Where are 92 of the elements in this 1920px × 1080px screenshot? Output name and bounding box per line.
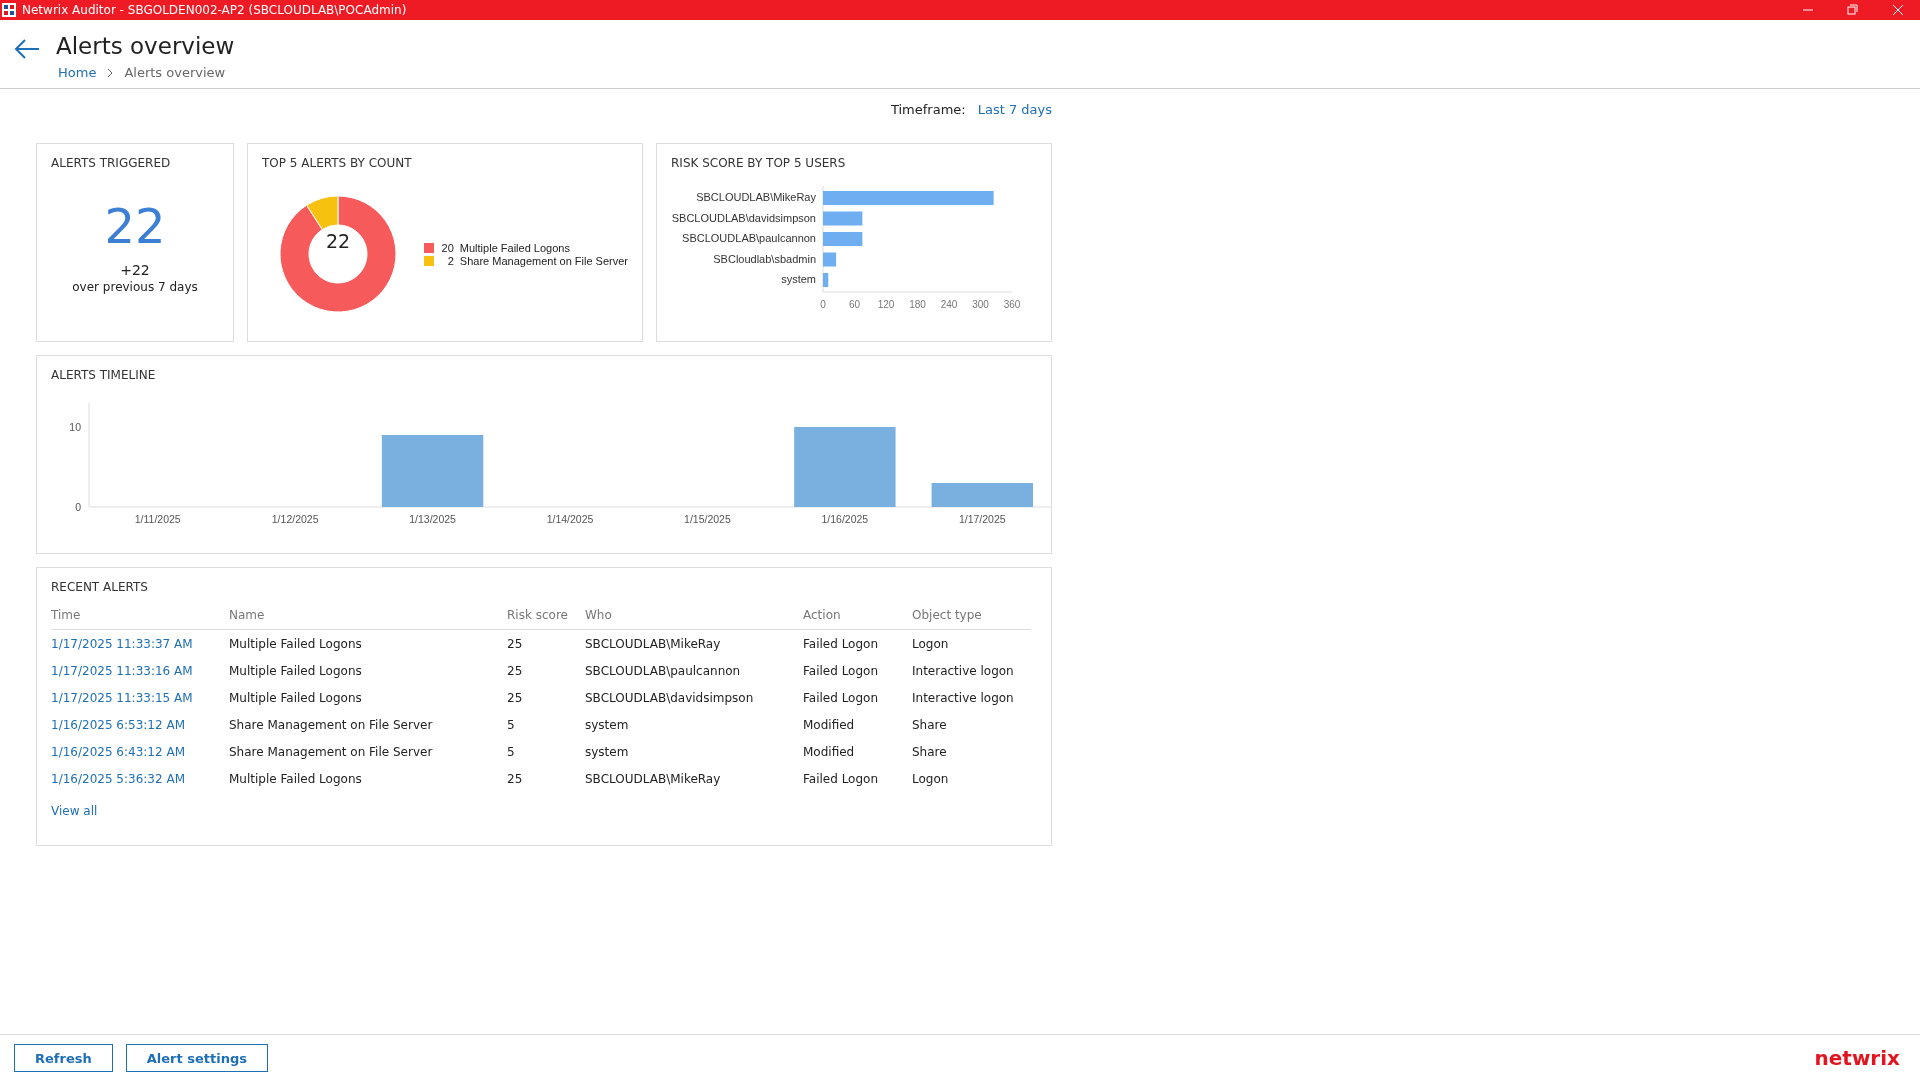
table-cell: Share Management on File Server <box>229 738 507 765</box>
table-cell-text: system <box>585 717 630 734</box>
tick-label: 180 <box>909 299 926 310</box>
table-cell-text: Failed Logon <box>803 771 880 788</box>
card-title: RISK SCORE BY TOP 5 USERS <box>671 156 847 170</box>
tick-label: 10 <box>69 421 81 433</box>
table-cell: Logon <box>912 629 1031 657</box>
time-link[interactable]: 1/16/2025 6:53:12 AM <box>51 711 229 738</box>
time-link[interactable]: 1/17/2025 11:33:15 AM <box>51 684 229 711</box>
legend-count: 2 <box>446 254 454 267</box>
axis-label: SBCLOUDLAB\MikeRay <box>696 191 816 203</box>
table-cell: 5 <box>507 711 585 738</box>
table-cell: Modified <box>803 738 912 765</box>
axis-label: 1/15/2025 <box>684 513 731 525</box>
column-header[interactable]: Time <box>51 604 229 630</box>
legend-label: Share Management on File Server <box>459 254 628 267</box>
table-cell: Multiple Failed Logons <box>229 657 507 684</box>
column-header[interactable]: Object type <box>912 604 1031 630</box>
alert-count: 22 <box>104 202 166 250</box>
tick-label: 240 <box>940 299 958 310</box>
table-cell: Failed Logon <box>803 629 912 657</box>
table-cell-text: Logon <box>912 771 950 788</box>
footer-button[interactable]: Refresh <box>14 1044 113 1072</box>
bar <box>823 252 837 267</box>
axis-label: SBCLOUDLAB\davidsimpson <box>671 211 816 224</box>
table-cell-text: Share <box>912 744 948 761</box>
bar <box>823 273 829 287</box>
time-link[interactable]: 1/17/2025 11:33:37 AM <box>51 629 229 657</box>
page-title: Alerts overview <box>56 33 235 59</box>
table-cell-text: system <box>585 744 630 761</box>
axis-label: 1/11/2025 <box>134 513 181 525</box>
time-link[interactable]: 1/17/2025 11:33:16 AM <box>51 657 229 684</box>
column-header[interactable]: Name <box>229 604 507 630</box>
change-caption: over previous 7 days <box>72 280 198 294</box>
legend-count: 20 <box>440 241 454 254</box>
legend-label: Multiple Failed Logons <box>459 241 570 254</box>
table-cell: 25 <box>507 765 585 792</box>
tick-label: 0 <box>820 299 826 310</box>
column-header[interactable]: Who <box>585 604 803 630</box>
view-all-link[interactable]: View all <box>51 804 98 818</box>
card-title: TOP 5 ALERTS BY COUNT <box>262 156 413 170</box>
window-title: Netwrix Auditor - SBGOLDEN002-AP2 (SBCLOUDLAB\POCAdmin) <box>22 3 408 17</box>
tick-label: 60 <box>848 299 861 310</box>
bar <box>823 232 863 246</box>
change-value: +22 <box>120 262 150 278</box>
back-arrow-icon[interactable] <box>14 38 40 60</box>
bar <box>823 211 863 226</box>
table-cell: Multiple Failed Logons <box>229 765 507 792</box>
column-header[interactable]: Action <box>803 604 912 630</box>
table-cell: Multiple Failed Logons <box>229 629 507 657</box>
table-cell-text: Interactive logon <box>912 663 1015 680</box>
column-header[interactable]: Risk score <box>507 604 585 630</box>
tick-label: 360 <box>1003 299 1021 310</box>
tick-label: 120 <box>877 299 895 310</box>
table-cell: 25 <box>507 657 585 684</box>
tick-label: 0 <box>75 501 81 513</box>
table-cell: 25 <box>507 684 585 711</box>
timeframe-label: Timeframe: <box>890 102 966 119</box>
donut-total: 22 <box>324 230 352 252</box>
tick-label: 300 <box>972 299 989 310</box>
table-cell: Multiple Failed Logons <box>229 684 507 711</box>
card-title: ALERTS TIMELINE <box>51 368 157 382</box>
table-cell: 5 <box>507 738 585 765</box>
table-cell-text: Failed Logon <box>803 663 880 680</box>
axis-label: system <box>781 273 816 285</box>
axis-label: 1/12/2025 <box>271 513 319 525</box>
axis-label: SBCLOUDLAB\paulcannon <box>682 232 816 244</box>
table-cell-text: Share <box>912 717 948 734</box>
axis-label: SBCloudlab\sbadmin <box>713 252 816 265</box>
table-cell: Modified <box>803 711 912 738</box>
table-cell-text: SBCLOUDLAB\MikeRay <box>585 771 722 788</box>
table-cell-text: Failed Logon <box>803 690 880 707</box>
table-cell: SBCLOUDLAB\MikeRay <box>585 629 803 657</box>
footer-button[interactable]: Alert settings <box>125 1044 268 1072</box>
axis-label: 1/13/2025 <box>409 513 456 525</box>
breadcrumb-current: Alerts overview <box>124 65 226 80</box>
chevron-icon <box>106 67 115 78</box>
table-cell-text: SBCLOUDLAB\davidsimpson <box>585 690 755 707</box>
card-title: ALERTS TRIGGERED <box>51 156 171 170</box>
table-cell-text: Interactive logon <box>912 690 1015 707</box>
axis-label: 1/16/2025 <box>821 513 869 525</box>
card-title: RECENT ALERTS <box>51 580 149 594</box>
table-cell-text: SBCLOUDLAB\paulcannon <box>585 663 742 680</box>
brand-logo: netwrix <box>1814 1046 1900 1070</box>
time-link[interactable]: 1/16/2025 5:36:32 AM <box>51 765 229 792</box>
timeframe-link[interactable]: Last 7 days <box>977 102 1052 122</box>
breadcrumb-link[interactable]: Home <box>58 65 97 80</box>
table-cell: 25 <box>507 629 585 657</box>
time-link[interactable]: 1/16/2025 6:43:12 AM <box>51 738 229 765</box>
table-cell: Share Management on File Server <box>229 711 507 738</box>
axis-label: 1/17/2025 <box>958 513 1006 525</box>
axis-label: 1/14/2025 <box>546 513 594 525</box>
